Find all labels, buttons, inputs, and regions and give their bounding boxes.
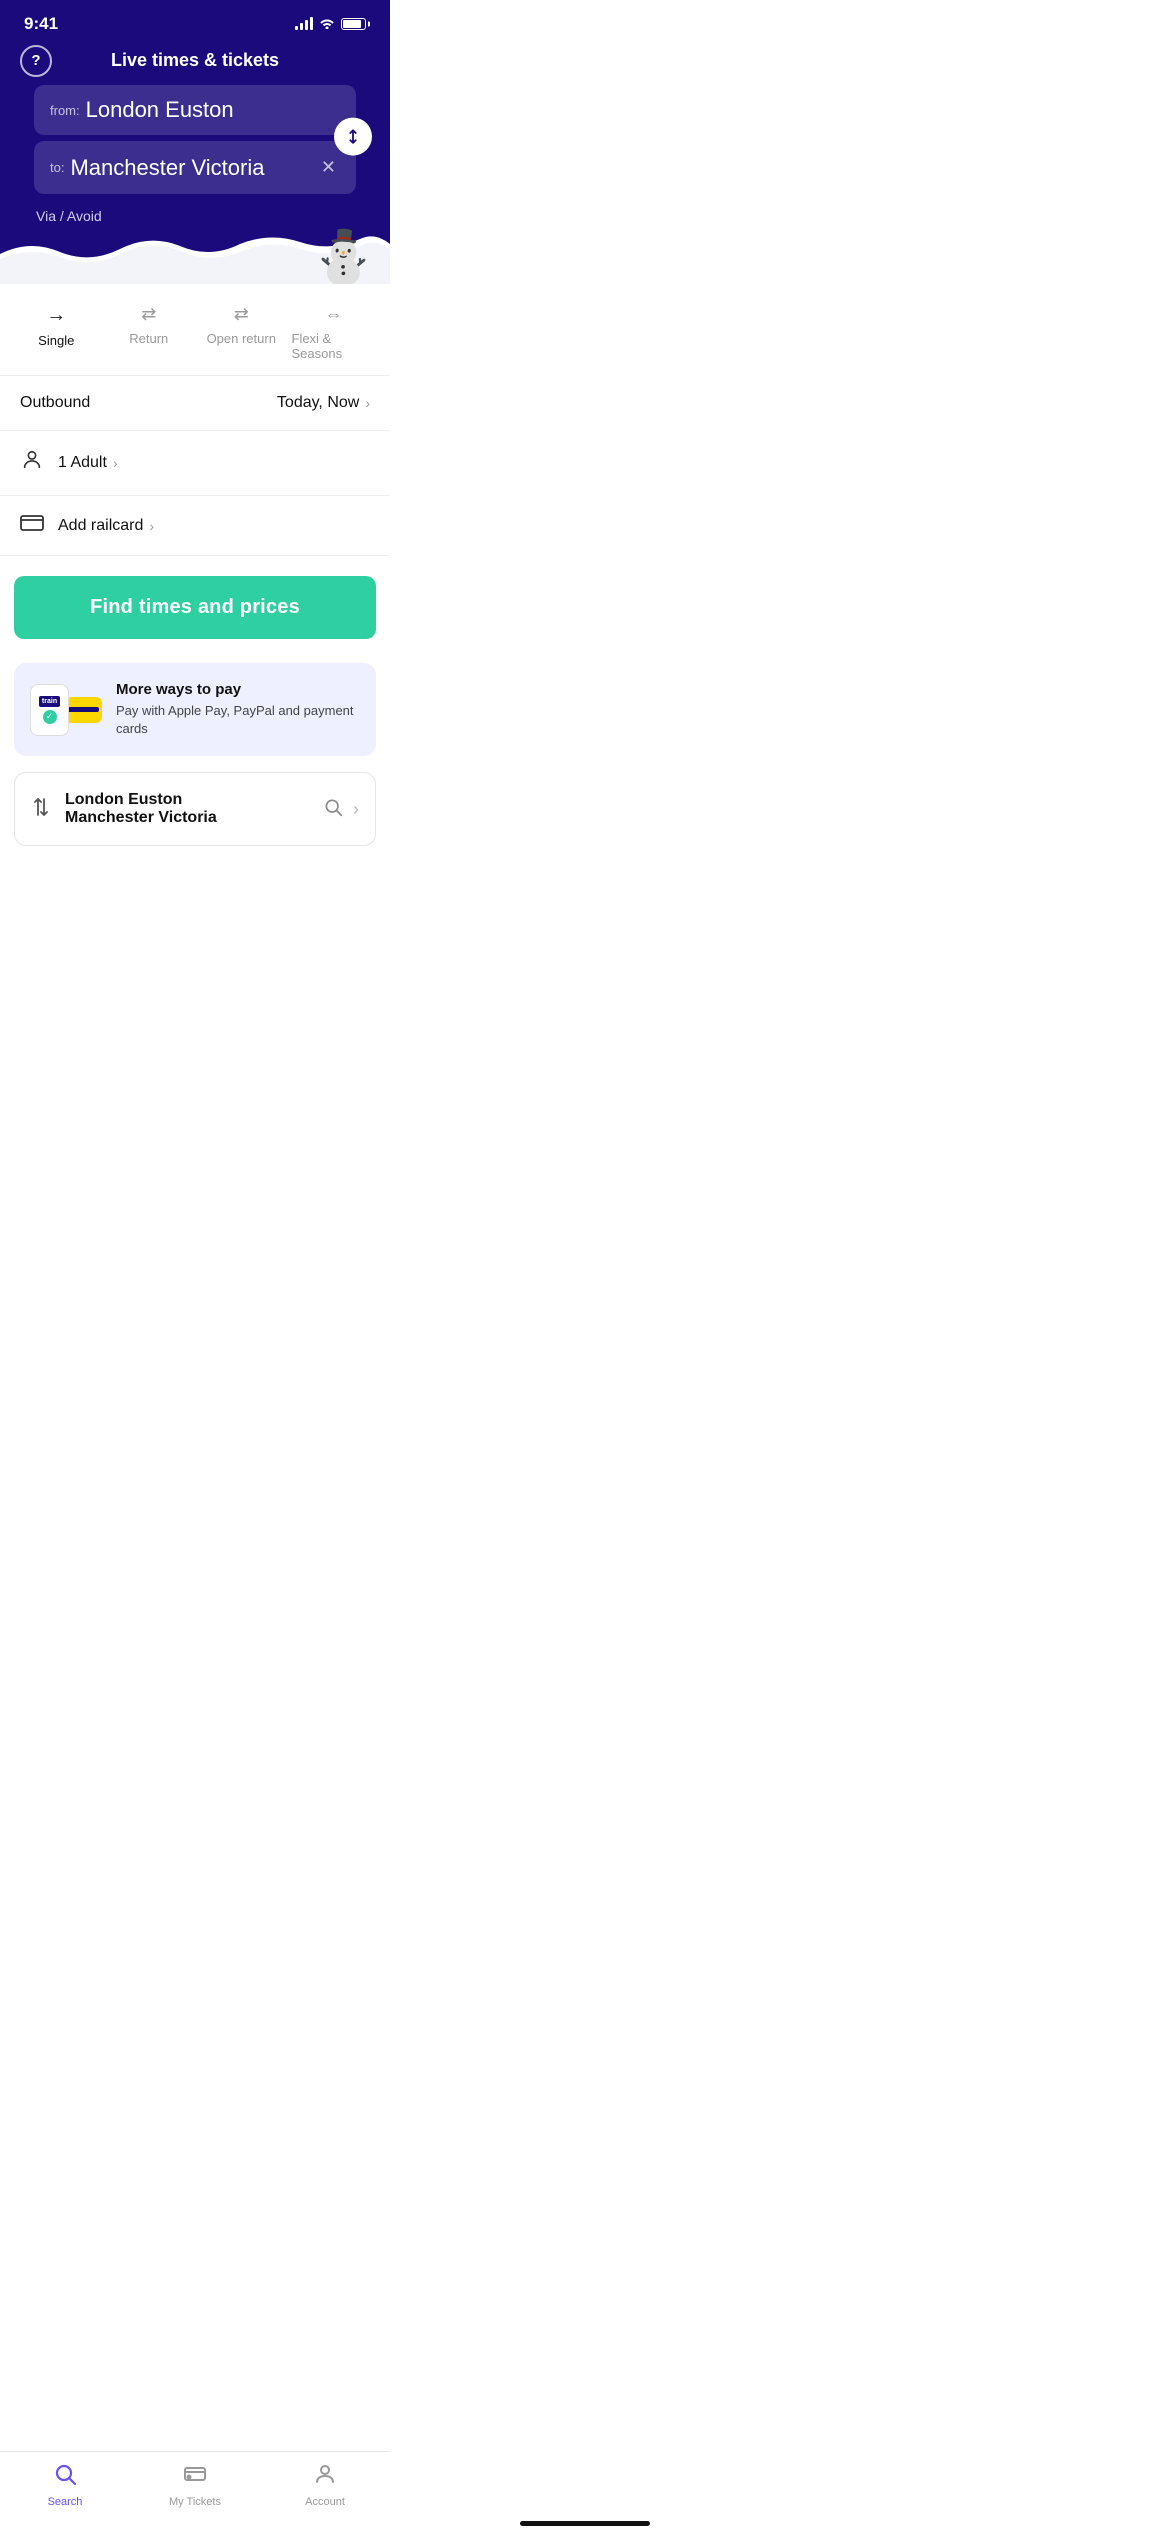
flexi-seasons-icon: ⇔ xyxy=(325,304,343,325)
railcard-row[interactable]: Add railcard › xyxy=(0,496,390,556)
signal-icon xyxy=(295,18,313,30)
recent-search-card[interactable]: London Euston Manchester Victoria › xyxy=(14,772,376,846)
outbound-row[interactable]: Outbound Today, Now › xyxy=(0,376,390,431)
single-icon: → xyxy=(46,304,66,327)
snow-decoration: ⛄ xyxy=(0,224,390,284)
outbound-value: Today, Now xyxy=(277,394,359,412)
nav-my-tickets-label: My Tickets xyxy=(169,2496,221,2508)
passengers-row[interactable]: 1 Adult › xyxy=(0,431,390,496)
header: ? Live times & tickets from: London Eust… xyxy=(0,42,390,224)
recent-from: London Euston xyxy=(65,791,309,809)
recent-to: Manchester Victoria xyxy=(65,809,309,827)
tab-return[interactable]: ⇄ Return xyxy=(103,300,196,365)
status-time: 9:41 xyxy=(24,14,58,34)
status-icons xyxy=(295,17,366,32)
recent-search-icon[interactable] xyxy=(323,797,343,822)
promo-title: More ways to pay xyxy=(116,681,360,698)
passengers-value: 1 Adult xyxy=(58,454,107,472)
recent-swap-icon xyxy=(31,797,51,822)
nav-my-tickets[interactable]: My Tickets xyxy=(130,2462,260,2508)
promo-icon-group: train ✓ xyxy=(30,684,102,736)
recent-text: London Euston Manchester Victoria xyxy=(65,791,309,827)
clear-destination-button[interactable]: ✕ xyxy=(317,153,340,182)
single-label: Single xyxy=(38,333,74,348)
search-form: from: London Euston to: Manchester Victo… xyxy=(20,85,370,224)
nav-account-label: Account xyxy=(305,2496,345,2508)
via-avoid-link[interactable]: Via / Avoid xyxy=(34,200,356,224)
promo-card[interactable]: train ✓ More ways to pay Pay with Apple … xyxy=(14,663,376,756)
phone-icon: train ✓ xyxy=(30,684,69,736)
account-nav-icon xyxy=(313,2462,337,2492)
options-section: Outbound Today, Now › 1 Adult › Add rail… xyxy=(0,376,390,556)
page-title: Live times & tickets xyxy=(111,50,279,71)
railcard-value: Add railcard xyxy=(58,517,143,535)
recent-actions: › xyxy=(323,797,359,822)
railcard-icon xyxy=(20,514,44,537)
snowman-decoration: ⛄ xyxy=(311,232,376,284)
railcard-chevron-icon: › xyxy=(149,518,154,534)
open-return-icon: ⇄ xyxy=(234,304,249,325)
flexi-seasons-label: Flexi & Seasons xyxy=(292,331,377,361)
my-tickets-nav-icon xyxy=(183,2462,207,2492)
nav-search-label: Search xyxy=(48,2496,83,2508)
tab-flexi-seasons[interactable]: ⇔ Flexi & Seasons xyxy=(288,300,381,365)
tab-single[interactable]: → Single xyxy=(10,300,103,365)
passenger-icon xyxy=(20,449,44,477)
recent-chevron-icon: › xyxy=(353,799,359,820)
help-button[interactable]: ? xyxy=(20,45,52,77)
to-input-row[interactable]: to: Manchester Victoria ✕ xyxy=(34,141,356,194)
battery-icon xyxy=(341,18,366,30)
outbound-label: Outbound xyxy=(20,394,277,412)
from-value: London Euston xyxy=(86,97,340,123)
from-input-row[interactable]: from: London Euston xyxy=(34,85,356,135)
nav-account[interactable]: Account xyxy=(260,2462,390,2508)
outbound-chevron-icon: › xyxy=(365,395,370,411)
search-nav-icon xyxy=(53,2462,77,2492)
journey-type-tabs: → Single ⇄ Return ⇄ Open return ⇔ Flexi … xyxy=(0,284,390,376)
promo-text: More ways to pay Pay with Apple Pay, Pay… xyxy=(116,681,360,738)
tab-open-return[interactable]: ⇄ Open return xyxy=(195,300,288,365)
bottom-nav: Search My Tickets Account xyxy=(0,2451,390,2532)
return-icon: ⇄ xyxy=(141,304,156,325)
wifi-icon xyxy=(319,17,335,32)
promo-description: Pay with Apple Pay, PayPal and payment c… xyxy=(116,702,360,738)
return-label: Return xyxy=(129,331,168,346)
to-value: Manchester Victoria xyxy=(70,155,316,181)
swap-button[interactable] xyxy=(334,118,372,156)
to-label: to: xyxy=(50,160,64,175)
status-bar: 9:41 xyxy=(0,0,390,42)
find-times-button[interactable]: Find times and prices xyxy=(14,576,376,639)
passengers-chevron-icon: › xyxy=(113,455,118,471)
from-label: from: xyxy=(50,103,80,118)
open-return-label: Open return xyxy=(207,331,276,346)
home-indicator xyxy=(520,2521,650,2526)
nav-search[interactable]: Search xyxy=(0,2462,130,2508)
